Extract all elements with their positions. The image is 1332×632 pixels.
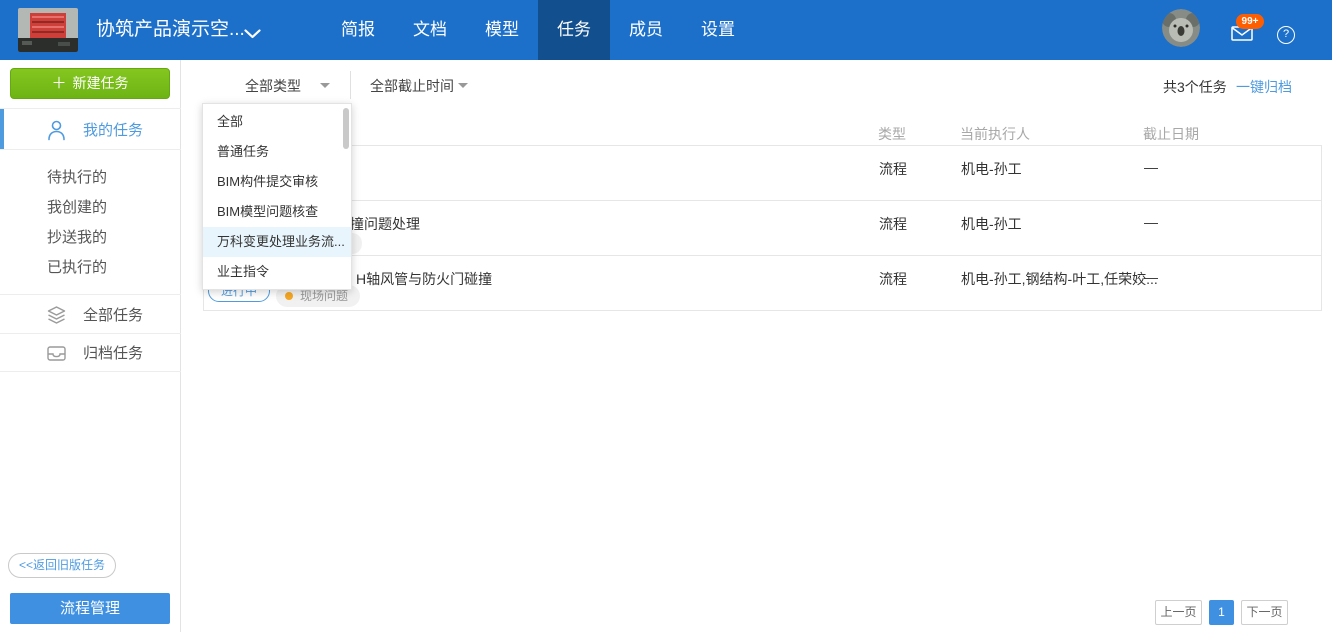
sidebar-subitem-pending[interactable]: 待执行的 xyxy=(47,166,167,187)
nav-tab-briefing[interactable]: 简报 xyxy=(322,0,394,60)
task-type: 流程 xyxy=(879,159,907,179)
sidebar-subitem-executed[interactable]: 已执行的 xyxy=(47,256,167,277)
category-tag-label: 现场问题 xyxy=(300,289,348,303)
sidebar-item-all-tasks[interactable]: 全部任务 xyxy=(0,294,181,333)
layers-icon xyxy=(47,306,66,329)
sidebar-item-label: 归档任务 xyxy=(83,342,143,363)
workspace-logo[interactable] xyxy=(18,8,78,52)
type-filter-dropdown-menu: 全部 普通任务 BIM构件提交审核 BIM模型问题核查 万科变更处理业务流...… xyxy=(202,103,352,290)
one-click-archive-link[interactable]: 一键归档 xyxy=(1236,77,1292,97)
task-title: 撞问题处理 xyxy=(350,214,420,234)
workspace-chevron-down-icon[interactable] xyxy=(244,26,261,44)
building-thumbnail-icon xyxy=(18,8,78,52)
nav-tab-documents[interactable]: 文档 xyxy=(394,0,466,60)
sidebar: ＋ 新建任务 我的任务 待执行的 我创建的 抄送我的 已执行的 全部任务 归档任务… xyxy=(0,60,181,632)
caret-down-icon[interactable] xyxy=(320,83,330,88)
new-task-label: 新建任务 xyxy=(73,75,129,91)
dropdown-option-bim-model-check[interactable]: BIM模型问题核查 xyxy=(203,197,351,227)
user-avatar[interactable] xyxy=(1162,9,1200,47)
sidebar-subitem-cc-to-me[interactable]: 抄送我的 xyxy=(47,226,167,247)
new-task-button[interactable]: ＋ 新建任务 xyxy=(10,68,170,99)
sidebar-item-label: 全部任务 xyxy=(83,304,143,325)
task-title: H轴风管与防火门碰撞 xyxy=(356,269,492,289)
nav-tab-members[interactable]: 成员 xyxy=(610,0,682,60)
task-deadline: — xyxy=(1144,269,1158,285)
app-window: 协筑产品演示空... 简报 文档 模型 任务 成员 设置 xyxy=(0,0,1332,632)
deadline-filter-dropdown-trigger[interactable]: 全部截止时间 xyxy=(370,76,454,96)
task-count-label: 共3个任务 xyxy=(1163,77,1227,97)
workspace-title[interactable]: 协筑产品演示空... xyxy=(96,0,245,60)
current-page-button[interactable]: 1 xyxy=(1209,600,1234,625)
dropdown-option-vanke-change-flow[interactable]: 万科变更处理业务流... xyxy=(203,227,351,257)
sidebar-subitem-created-by-me[interactable]: 我创建的 xyxy=(47,196,167,217)
task-type: 流程 xyxy=(879,269,907,289)
column-header-type: 类型 xyxy=(878,124,906,144)
task-executor: 机电-孙工 xyxy=(961,214,1022,234)
dropdown-option-normal-task[interactable]: 普通任务 xyxy=(203,137,351,167)
table-row[interactable]: 流程 机电-孙工 — xyxy=(204,146,1321,200)
orange-dot-icon xyxy=(285,292,293,300)
table-row[interactable]: H轴风管与防火门碰撞 进行中 现场问题 流程 机电-孙工,钢结构-叶工,任荣姣.… xyxy=(204,255,1321,310)
dropdown-option-owner-instruction[interactable]: 业主指令 xyxy=(203,257,351,287)
filter-divider xyxy=(350,71,351,99)
caret-down-icon[interactable] xyxy=(458,83,468,88)
top-bar: 协筑产品演示空... 简报 文档 模型 任务 成员 设置 xyxy=(0,0,1332,60)
type-filter-dropdown-trigger[interactable]: 全部类型 xyxy=(245,76,301,96)
notifications-mail-icon[interactable] xyxy=(1231,26,1253,46)
help-icon[interactable]: ? xyxy=(1277,26,1295,44)
archive-box-icon xyxy=(47,346,66,366)
back-to-old-version-button[interactable]: <<返回旧版任务 xyxy=(8,553,116,578)
avatar-image xyxy=(1162,9,1200,47)
task-list: 流程 机电-孙工 — 撞问题处理 流程 机电-孙工 — H轴风管与防火门碰撞 进… xyxy=(203,146,1322,311)
table-row[interactable]: 撞问题处理 流程 机电-孙工 — xyxy=(204,200,1321,255)
task-type: 流程 xyxy=(879,214,907,234)
sidebar-item-my-tasks[interactable]: 我的任务 xyxy=(0,108,181,150)
active-indicator-bar xyxy=(0,109,4,149)
main-nav: 简报 文档 模型 任务 成员 设置 xyxy=(322,0,754,60)
person-icon xyxy=(47,120,66,146)
prev-page-button[interactable]: 上一页 xyxy=(1155,600,1202,625)
plus-icon: ＋ xyxy=(51,75,66,92)
task-deadline: — xyxy=(1144,159,1158,175)
column-header-executor: 当前执行人 xyxy=(960,124,1030,144)
process-management-button[interactable]: 流程管理 xyxy=(10,593,170,624)
dropdown-option-bim-component-review[interactable]: BIM构件提交审核 xyxy=(203,167,351,197)
task-executor: 机电-孙工,钢结构-叶工,任荣姣... xyxy=(961,269,1158,289)
sidebar-item-label: 我的任务 xyxy=(83,119,143,140)
column-header-deadline: 截止日期 xyxy=(1143,124,1199,144)
nav-tab-settings[interactable]: 设置 xyxy=(682,0,754,60)
dropdown-option-all[interactable]: 全部 xyxy=(203,107,351,137)
dropdown-scrollbar-thumb[interactable] xyxy=(343,108,349,149)
sidebar-item-archive-tasks[interactable]: 归档任务 xyxy=(0,333,181,372)
task-executor: 机电-孙工 xyxy=(961,159,1022,179)
nav-tab-tasks[interactable]: 任务 xyxy=(538,0,610,60)
notification-count-badge: 99+ xyxy=(1236,14,1264,29)
next-page-button[interactable]: 下一页 xyxy=(1241,600,1288,625)
task-deadline: — xyxy=(1144,214,1158,230)
nav-tab-models[interactable]: 模型 xyxy=(466,0,538,60)
